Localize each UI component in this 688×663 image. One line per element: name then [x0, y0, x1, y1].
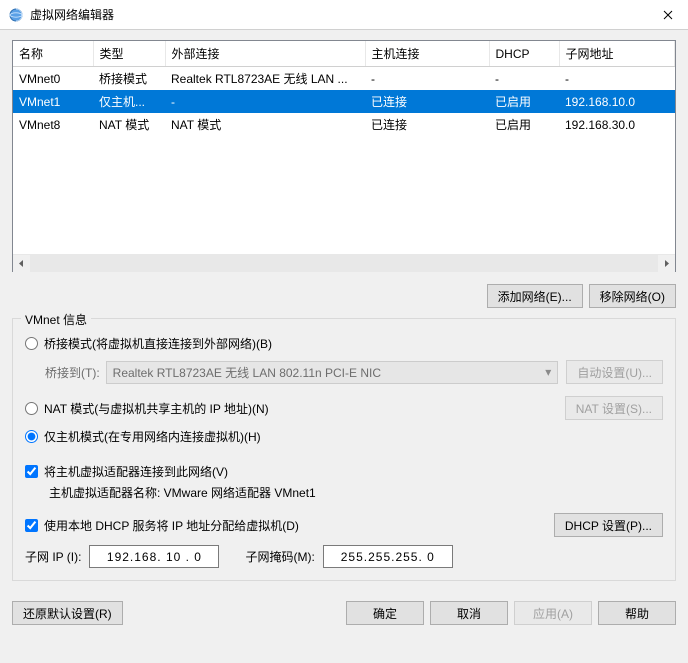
bridge-radio[interactable] — [25, 337, 38, 350]
ok-button[interactable]: 确定 — [346, 601, 424, 625]
chevron-down-icon: ▾ — [545, 365, 551, 379]
group-legend: VMnet 信息 — [21, 311, 91, 328]
nat-label: NAT 模式(与虚拟机共享主机的 IP 地址)(N) — [44, 400, 269, 417]
nat-radio[interactable] — [25, 402, 38, 415]
subnet-mask-input[interactable] — [323, 545, 453, 568]
close-icon — [663, 10, 673, 20]
remove-network-button[interactable]: 移除网络(O) — [589, 284, 676, 308]
hostonly-radio[interactable] — [25, 430, 38, 443]
table-row-selected[interactable]: VMnet1 仅主机... - 已连接 已启用 192.168.10.0 — [13, 90, 675, 113]
subnet-mask-label: 子网掩码(M): — [245, 548, 314, 565]
network-table[interactable]: 名称 类型 外部连接 主机连接 DHCP 子网地址 VMnet0 桥接模式 Re… — [12, 40, 676, 272]
bridge-to-label: 桥接到(T): — [45, 364, 100, 381]
help-button[interactable]: 帮助 — [598, 601, 676, 625]
table-empty-area — [13, 136, 675, 254]
host-adapter-name: 主机虚拟适配器名称: VMware 网络适配器 VMnet1 — [49, 484, 663, 501]
titlebar: 虚拟网络编辑器 — [0, 0, 688, 30]
dialog-buttons: 还原默认设置(R) 确定 取消 应用(A) 帮助 — [0, 601, 688, 637]
cancel-button[interactable]: 取消 — [430, 601, 508, 625]
window-title: 虚拟网络编辑器 — [30, 6, 648, 23]
col-ext[interactable]: 外部连接 — [165, 41, 365, 67]
subnet-ip-label: 子网 IP (I): — [25, 548, 81, 565]
restore-defaults-button[interactable]: 还原默认设置(R) — [12, 601, 123, 625]
connect-host-label: 将主机虚拟适配器连接到此网络(V) — [44, 463, 228, 480]
col-dhcp[interactable]: DHCP — [489, 41, 559, 67]
hostonly-label: 仅主机模式(在专用网络内连接虚拟机)(H) — [44, 428, 261, 445]
table-header-row: 名称 类型 外部连接 主机连接 DHCP 子网地址 — [13, 41, 675, 67]
close-button[interactable] — [648, 0, 688, 30]
connect-host-checkbox[interactable] — [25, 465, 38, 478]
table-row[interactable]: VMnet8 NAT 模式 NAT 模式 已连接 已启用 192.168.30.… — [13, 113, 675, 136]
add-network-button[interactable]: 添加网络(E)... — [487, 284, 583, 308]
app-icon — [8, 7, 24, 23]
scroll-right-icon[interactable] — [658, 255, 675, 272]
apply-button[interactable]: 应用(A) — [514, 601, 592, 625]
dhcp-label: 使用本地 DHCP 服务将 IP 地址分配给虚拟机(D) — [44, 517, 299, 534]
subnet-ip-input[interactable] — [89, 545, 219, 568]
nat-settings-button[interactable]: NAT 设置(S)... — [565, 396, 663, 420]
scroll-left-icon[interactable] — [13, 255, 30, 272]
vmnet-info-group: VMnet 信息 桥接模式(将虚拟机直接连接到外部网络)(B) 桥接到(T): … — [12, 318, 676, 581]
table-row[interactable]: VMnet0 桥接模式 Realtek RTL8723AE 无线 LAN ...… — [13, 67, 675, 91]
scroll-track[interactable] — [30, 255, 658, 272]
col-host[interactable]: 主机连接 — [365, 41, 489, 67]
bridge-to-combo[interactable]: Realtek RTL8723AE 无线 LAN 802.11n PCI-E N… — [106, 361, 559, 384]
col-type[interactable]: 类型 — [93, 41, 165, 67]
bridge-label: 桥接模式(将虚拟机直接连接到外部网络)(B) — [44, 335, 272, 352]
dhcp-checkbox[interactable] — [25, 519, 38, 532]
dhcp-settings-button[interactable]: DHCP 设置(P)... — [554, 513, 663, 537]
col-name[interactable]: 名称 — [13, 41, 93, 67]
col-subnet[interactable]: 子网地址 — [559, 41, 675, 67]
horizontal-scrollbar[interactable] — [13, 254, 675, 271]
auto-settings-button[interactable]: 自动设置(U)... — [566, 360, 663, 384]
